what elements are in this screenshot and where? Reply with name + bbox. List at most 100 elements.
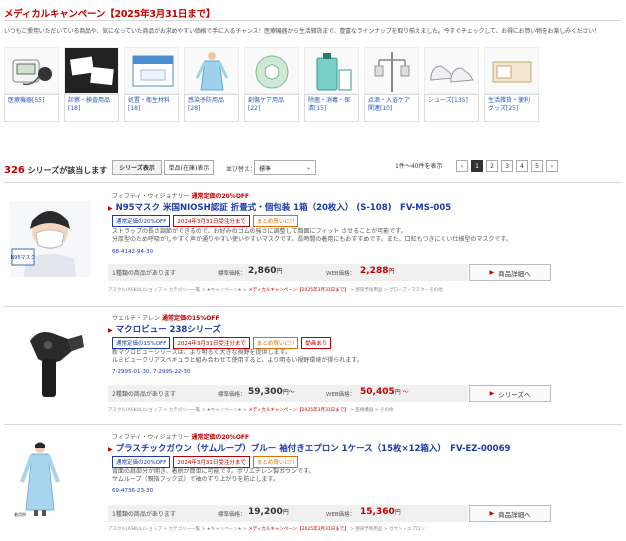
category-tile-treatment-supplies[interactable]: 処置・衛生材料[18] xyxy=(124,47,179,122)
pagination: ‹ 1 2 3 4 5 › xyxy=(456,160,558,172)
detail-button[interactable]: ▶ 商品詳細へ xyxy=(469,505,551,522)
product-image-gown[interactable]: 着用例 xyxy=(8,440,93,520)
breadcrumb-item[interactable]: アスクル(ASKUL)ショップ xyxy=(108,408,162,413)
breadcrumb-item[interactable]: その他 xyxy=(380,408,394,413)
product-codes[interactable]: 68-4142-94-30 xyxy=(112,249,153,255)
category-tile-shoes[interactable]: シューズ[135] xyxy=(424,47,479,122)
price-bar: 1種類の商品があります 標準価格： 2,860円 WEB価格： 2,288円 xyxy=(108,264,468,281)
category-label: 除菌・消毒・保清[15] xyxy=(304,94,359,122)
product-image-otoscope[interactable] xyxy=(8,321,93,401)
product-codes[interactable]: 69-4736-23-30 xyxy=(112,488,153,494)
divider xyxy=(4,20,622,21)
availability-text: 1種類の商品があります xyxy=(112,270,176,277)
arrow-right-icon: ▶ xyxy=(489,269,495,276)
view-single-button[interactable]: 単品(在庫)表示 xyxy=(164,160,214,175)
goods-icon xyxy=(484,47,539,94)
category-label: 診察・検査用品[18] xyxy=(64,94,119,122)
sort-value: 標準 xyxy=(259,166,272,173)
breadcrumb: アスクル(ASKUL)ショップ > カテゴリー一覧 > ★キャンペーン★ > メ… xyxy=(108,288,443,293)
blood-pressure-monitor-icon xyxy=(4,47,59,94)
page-next[interactable]: › xyxy=(546,160,558,172)
tag-list: 通常定価の15%OFF 2024年3月31日受注分まで まとめ買いに!! 動画あ… xyxy=(112,337,332,349)
standard-price: 59,300円〜 xyxy=(248,387,295,397)
web-price: 15,360円 xyxy=(360,507,401,517)
category-tile-disinfection[interactable]: 除菌・消毒・保清[15] xyxy=(304,47,359,122)
divider xyxy=(4,424,622,425)
product-image-mask[interactable]: N95マスク xyxy=(8,199,93,279)
web-price: 2,288円 xyxy=(360,266,395,276)
breadcrumb-item[interactable]: アスクル(ASKUL)ショップ xyxy=(108,527,162,532)
result-range: 1件〜40件を表示 xyxy=(395,163,443,170)
page-4[interactable]: 4 xyxy=(516,160,528,172)
breadcrumb-item[interactable]: カテゴリー一覧 xyxy=(169,527,201,532)
detail-button[interactable]: ▶ 商品詳細へ xyxy=(469,264,551,281)
result-count-number: 326 xyxy=(4,165,25,176)
product-name-link[interactable]: ▶ マクロビュー 238シリーズ xyxy=(108,323,221,335)
arrow-right-icon: ▶ xyxy=(108,327,113,334)
page-1[interactable]: 1 xyxy=(471,160,483,172)
sort-select[interactable]: 標準 ⌄ xyxy=(254,160,316,175)
sort-label: 並び替え： xyxy=(226,166,257,173)
category-tile-daily-goods[interactable]: 生活雑貨・便利グッズ[25] xyxy=(484,47,539,122)
category-tile-medical-devices[interactable]: 医療機器[55] xyxy=(4,47,59,122)
breadcrumb-item[interactable]: アスクル(ASKUL)ショップ xyxy=(108,288,162,293)
tag-badge: まとめ買いに!! xyxy=(252,215,299,227)
detail-button-label: 商品詳細へ xyxy=(498,510,531,519)
page-5[interactable]: 5 xyxy=(531,160,543,172)
category-tile-wound-care[interactable]: 創傷ケア用品[22] xyxy=(244,47,299,122)
tag-badge: 通常定価の15%OFF xyxy=(112,337,171,349)
price-bar: 1種類の商品があります 標準価格： 19,200円 WEB価格： 15,360円 xyxy=(108,505,468,522)
tag-badge: まとめ買いに!! xyxy=(252,456,299,468)
category-tile-infection-prevention[interactable]: 感染予防用品[28] xyxy=(184,47,239,122)
discount-text: 通常定価の20%OFF xyxy=(191,434,250,441)
disinfectant-bottle-icon xyxy=(304,47,359,94)
price-bar: 2種類の商品があります 標準価格： 59,300円〜 WEB価格： 50,405… xyxy=(108,385,468,402)
tag-badge: 通常定価の20%OFF xyxy=(112,215,171,227)
product-codes[interactable]: 7-2995-01-30, 7-2995-22-30 xyxy=(112,369,190,375)
breadcrumb-item[interactable]: ★キャンペーン★ xyxy=(207,288,242,293)
breadcrumb-item[interactable]: カテゴリー一覧 xyxy=(169,408,201,413)
series-button-label: シリーズへ xyxy=(498,390,531,399)
maker-name: ウェルチ・アレン xyxy=(112,315,161,322)
maker-name: フィフティ・ウィジョナリー xyxy=(112,193,190,200)
breadcrumb-item[interactable]: カテゴリー一覧 xyxy=(169,288,201,293)
standard-price-label: 標準価格： xyxy=(218,512,246,518)
video-badge[interactable]: 動画あり xyxy=(301,337,332,349)
mask-box-label: N95マスク xyxy=(10,255,35,261)
series-button[interactable]: ▶ シリーズへ xyxy=(469,385,551,402)
arrow-right-icon: ▶ xyxy=(489,510,495,517)
tag-list: 通常定価の20%OFF 2024年3月31日受注分まで まとめ買いに!! xyxy=(112,456,299,468)
category-label: 点滴・入浴ケア関連[10] xyxy=(364,94,419,122)
view-series-button[interactable]: シリーズ表示 xyxy=(112,160,162,175)
availability-text: 1種類の商品があります xyxy=(112,511,176,518)
category-tile-iv-bath-care[interactable]: 点滴・入浴ケア関連[10] xyxy=(364,47,419,122)
breadcrumb-item[interactable]: メディカルキャンペーン【2025年3月31日まで】 xyxy=(248,288,349,293)
product-name-link[interactable]: ▶ N95マスク 米国NIOSH認証 折畳式・個包装 1箱（20枚入） (S-1… xyxy=(108,201,451,213)
isolation-gown-icon xyxy=(184,47,239,94)
detail-button-label: 商品詳細へ xyxy=(498,269,531,278)
breadcrumb-item[interactable]: 医療機器 xyxy=(355,408,373,413)
breadcrumb-item[interactable]: グローブ・マスク・その他 xyxy=(389,288,443,293)
breadcrumb-item[interactable]: ★キャンペーン★ xyxy=(207,408,242,413)
page-prev[interactable]: ‹ xyxy=(456,160,468,172)
tag-list: 通常定価の20%OFF 2024年3月31日受注分まで まとめ買いに!! xyxy=(112,215,299,227)
tag-badge: まとめ買いに!! xyxy=(252,337,299,349)
page-2[interactable]: 2 xyxy=(486,160,498,172)
product-name-link[interactable]: ▶ プラスチックガウン（サムループ）ブルー 袖付きエプロン 1ケース（15枚×1… xyxy=(108,442,510,454)
breadcrumb-item[interactable]: 感染予防用品 xyxy=(355,527,382,532)
breadcrumb-item[interactable]: メディカルキャンペーン【2025年3月31日まで】 xyxy=(248,527,349,532)
tag-badge: 2024年3月31日受注分まで xyxy=(173,456,250,468)
breadcrumb-item[interactable]: メディカルキャンペーン【2025年3月31日まで】 xyxy=(248,408,349,413)
maker: フィフティ・ウィジョナリー 通常定価の20%OFF xyxy=(112,432,249,441)
web-price-label: WEB価格： xyxy=(326,271,356,277)
result-count-suffix: シリーズが該当します xyxy=(27,166,108,175)
category-label: 創傷ケア用品[22] xyxy=(244,94,299,122)
breadcrumb-item[interactable]: 感染予防用品 xyxy=(355,288,382,293)
product-item: ウェルチ・アレン 通常定価の15%OFF ▶ マクロビュー 238シリーズ 通常… xyxy=(4,313,624,425)
category-label: シューズ[135] xyxy=(424,94,479,122)
breadcrumb-item[interactable]: ★キャンペーン★ xyxy=(207,527,242,532)
breadcrumb-item[interactable]: ガウン・エプロン xyxy=(389,527,425,532)
standard-price-label: 標準価格： xyxy=(218,271,246,277)
page-3[interactable]: 3 xyxy=(501,160,513,172)
category-tile-exam-supplies[interactable]: 診察・検査用品[18] xyxy=(64,47,119,122)
